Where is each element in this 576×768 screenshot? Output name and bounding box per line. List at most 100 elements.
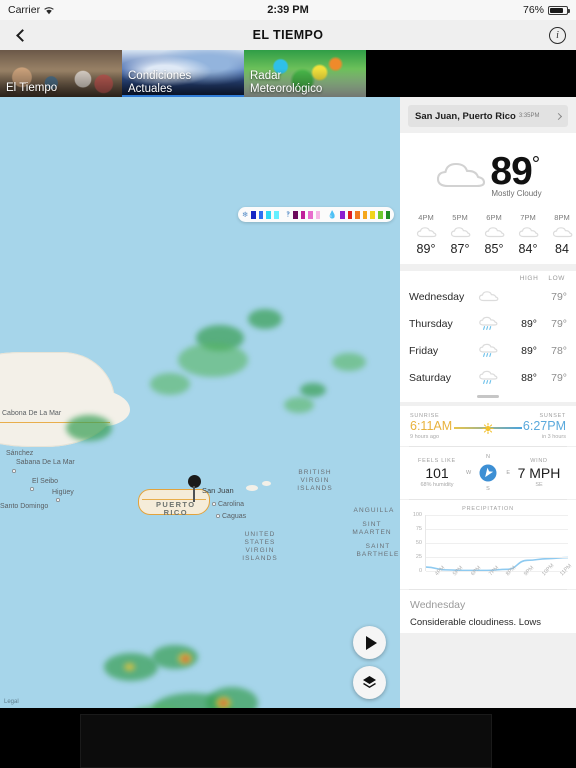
daily-header-low: LOW (548, 275, 565, 282)
cloud-icon (545, 222, 576, 242)
chart-y-tick: 0 (418, 568, 422, 574)
tile-el-tiempo[interactable]: El Tiempo (0, 50, 122, 97)
sunrise-relative: 9 hours ago (410, 434, 440, 440)
panel-gap (400, 264, 576, 271)
radar-cell-intense (182, 656, 189, 662)
location-selector[interactable]: San Juan, Puerto Rico 3:35PM (408, 105, 568, 127)
snowflake-icon: ❄ (242, 209, 249, 219)
hourly-hour: 6PM (486, 213, 502, 222)
precipitation-chart: 0 25 50 75 100 4PM 5PM 6PM 7PM 8PM 9PM 10PM 11PM (408, 512, 573, 587)
forecast-summary-card: Wednesday Considerable cloudiness. Lows (400, 590, 576, 633)
hourly-item[interactable]: 7PM 84° (511, 213, 545, 256)
tile-label-line2: Actuales (128, 82, 173, 95)
humidity-value: 68% humidity (420, 482, 454, 488)
radar-cell-heavy (124, 663, 135, 671)
compass-icon: N S W E (466, 454, 510, 492)
legend-swatch-snow (251, 210, 256, 219)
hourly-item[interactable]: 4PM 89° (409, 213, 443, 256)
feels-like-value: 101 (425, 465, 449, 481)
bottom-bar (0, 708, 576, 768)
radar-legend: ❄ ‽ 💧 (238, 207, 394, 222)
daily-day: Thursday (409, 317, 453, 330)
daily-header-high: HIGH (519, 275, 539, 282)
rain-icon (471, 343, 505, 358)
chart-y-tick: 50 (415, 540, 422, 546)
hourly-hour: 8PM (554, 213, 570, 222)
current-condition: Mostly Cloudy (491, 188, 542, 198)
chart-y-tick: 75 (415, 526, 422, 532)
daily-row[interactable]: Saturday 88° 79° (409, 364, 567, 391)
expand-handle[interactable] (409, 391, 567, 402)
cloud-icon (471, 290, 505, 303)
chart-title: PRECIPITATION (462, 506, 514, 512)
compass-dial (479, 464, 497, 482)
legend-swatch-mix (300, 210, 306, 219)
layers-icon (363, 676, 376, 689)
legend-swatch-mix (308, 210, 313, 219)
legend-swatch-rain (370, 210, 375, 219)
hourly-hour: 7PM (520, 213, 536, 222)
sun-times: 6:11AM 6:27PM (410, 419, 566, 435)
radar-cell (332, 353, 366, 371)
daily-row[interactable]: Friday 89° 78° (409, 337, 567, 364)
map-label: El Seibo (32, 478, 59, 485)
chart-gridline (426, 557, 568, 558)
landmass-virgin-island-2 (262, 481, 271, 486)
map-pin-san-juan[interactable] (188, 475, 201, 502)
daily-high: 89° (521, 317, 537, 330)
battery-icon (548, 5, 570, 15)
feels-like-block: FEELS LIKE 101 68% humidity (408, 458, 466, 488)
map-label-san-juan: San Juan (202, 486, 234, 495)
layers-button[interactable] (353, 666, 386, 699)
legend-swatch-snow (266, 210, 271, 219)
info-icon[interactable]: i (549, 26, 566, 44)
tile-radar-meteorologico[interactable]: Radar Meteorológico (244, 50, 366, 97)
legend-swatch-mix (293, 210, 298, 219)
daily-day: Saturday (409, 371, 452, 384)
map-legal-link[interactable]: Legal (4, 699, 19, 705)
tile-label-el-tiempo: El Tiempo (6, 81, 58, 94)
hourly-temp: 85° (484, 242, 504, 256)
map-label-saint-barth: SAINT BARTHELE (356, 543, 400, 558)
map-label: Caguas (222, 513, 247, 520)
radar-map[interactable]: Cabona De La Mar Sánchez Sabana De La Ma… (0, 97, 400, 708)
map-label: Sabana De La Mar (16, 459, 75, 466)
legend-swatch-rain (362, 210, 368, 219)
tile-label-line2: Meteorológico (250, 82, 323, 95)
daily-row[interactable]: Wednesday 79° (409, 283, 567, 310)
daily-low: 79° (551, 371, 567, 384)
wind-direction: SE (535, 482, 543, 488)
mixed-precip-icon: ‽ (286, 209, 291, 219)
play-button[interactable] (353, 626, 386, 659)
radar-cell-intense (220, 700, 227, 706)
chart-y-tick: 25 (415, 554, 422, 560)
cloud-icon (511, 222, 545, 242)
map-city-dot (212, 502, 216, 506)
map-city-dot (30, 487, 34, 491)
precipitation-chart-card: PRECIPITATION 0 25 50 75 100 4PM 5PM 6PM 7PM 8PM… (400, 500, 576, 589)
radar-cell (300, 383, 326, 397)
radar-cell (178, 343, 248, 377)
compass-south: S (486, 486, 490, 492)
legend-swatch-snow (258, 210, 264, 219)
hourly-item[interactable]: 6PM 85° (477, 213, 511, 256)
hourly-item[interactable]: 8PM 84 (545, 213, 576, 256)
daily-low: 78° (551, 344, 567, 357)
sunrise-time: 6:11AM (410, 419, 453, 433)
hourly-temp: 89° (416, 242, 436, 256)
hourly-hour: 4PM (418, 213, 434, 222)
current-conditions: 89 ° Mostly Cloudy (400, 133, 576, 211)
bottom-panel (80, 714, 492, 768)
map-label-puerto-rico: PUERTO RICO (156, 500, 196, 517)
tile-condiciones-actuales[interactable]: Condiciones Actuales (122, 50, 244, 97)
current-conditions-card: 89 ° Mostly Cloudy 4PM 89° 5PM 87° 6PM 8… (400, 133, 576, 264)
map-label-bvi: BRITISH VIRGIN ISLANDS (297, 469, 333, 492)
cloud-icon (477, 222, 511, 242)
daily-row[interactable]: Thursday 89° 79° (409, 310, 567, 337)
hourly-item[interactable]: 5PM 87° (443, 213, 477, 256)
feels-like-label: FEELS LIKE (418, 458, 456, 464)
tile-label-radar: Radar Meteorológico (250, 70, 322, 95)
cloud-icon (443, 222, 477, 242)
page-title: EL TIEMPO (252, 28, 324, 42)
status-bar-right: 76% (523, 4, 570, 16)
